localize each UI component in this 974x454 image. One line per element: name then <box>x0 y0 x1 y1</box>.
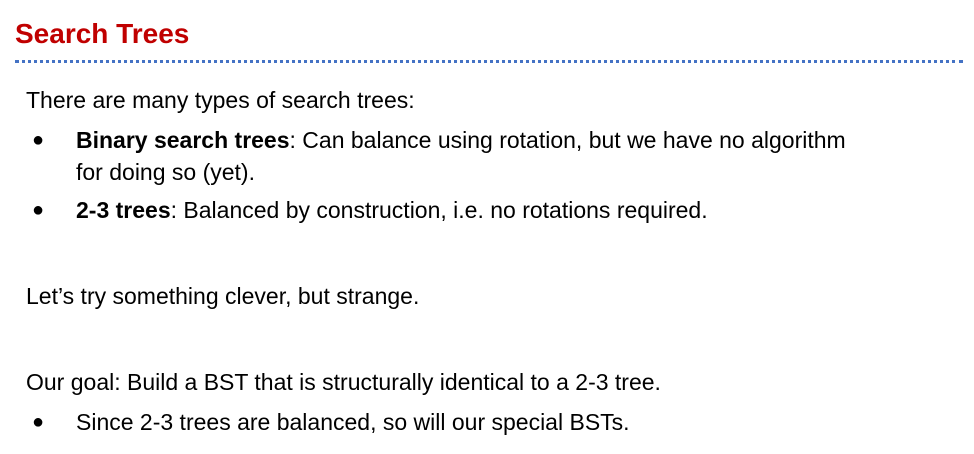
bullet-term: 2-3 trees <box>76 197 171 223</box>
bullet-term: Binary search trees <box>76 127 290 153</box>
slide-title: Search Trees <box>15 18 190 49</box>
title-divider <box>15 60 963 63</box>
bullet-item-2-3-trees: ● 2-3 trees: Balanced by construction, i… <box>26 194 966 226</box>
goal-bullet-item: ● Since 2-3 trees are balanced, so will … <box>26 406 966 438</box>
bullet-icon: ● <box>32 199 45 221</box>
goal-text: Our goal: Build a BST that is structural… <box>26 369 661 395</box>
bullet-description: : Balanced by construction, i.e. no rota… <box>170 197 708 223</box>
bullet-text: Since 2-3 trees are balanced, so will ou… <box>76 409 630 435</box>
bullet-text: 2-3 trees: Balanced by construction, i.e… <box>76 194 708 226</box>
bullet-text: Binary search trees: Can balance using r… <box>76 124 846 188</box>
bullet-description-continued: for doing so (yet). <box>76 159 255 185</box>
intro-text: There are many types of search trees: <box>26 87 415 113</box>
bullet-icon: ● <box>32 411 45 433</box>
bullet-icon: ● <box>32 129 45 151</box>
bullet-item-binary-search-trees: ● Binary search trees: Can balance using… <box>26 124 966 188</box>
slide: Search Trees There are many types of sea… <box>0 0 974 454</box>
bullet-description: : Can balance using rotation, but we hav… <box>289 127 846 153</box>
clever-text: Let’s try something clever, but strange. <box>26 283 420 309</box>
